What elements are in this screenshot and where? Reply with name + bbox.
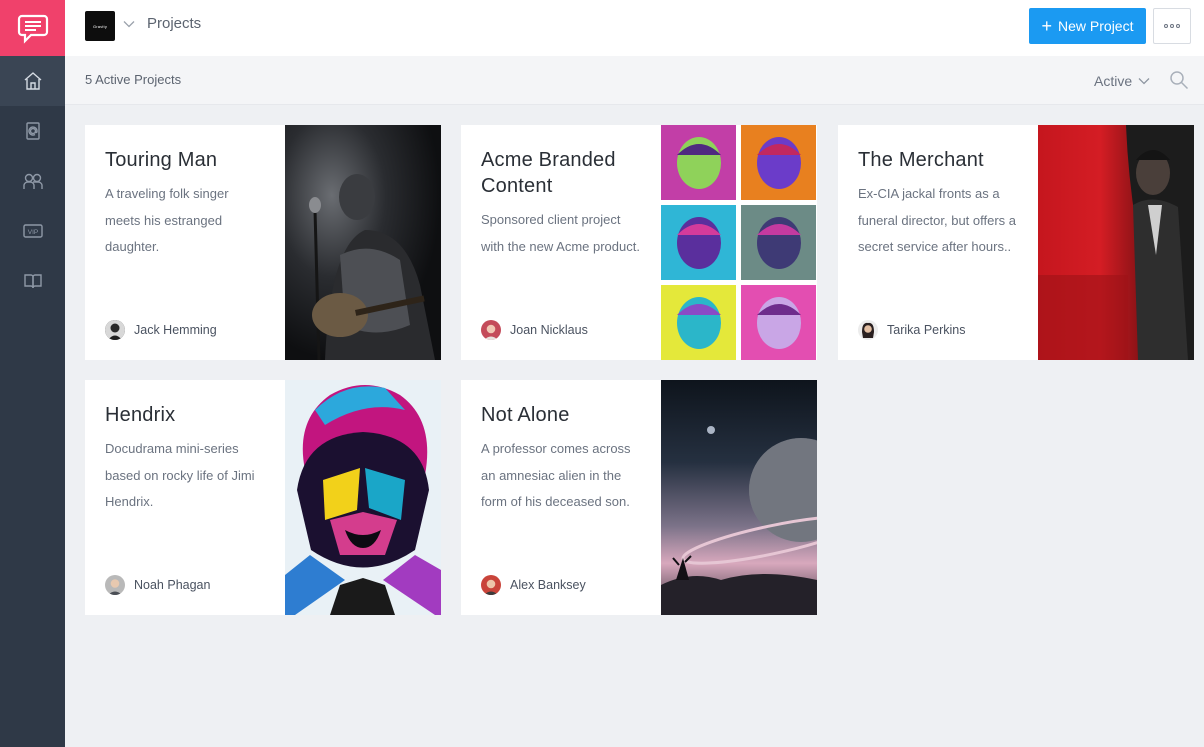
project-title: Touring Man [105, 149, 218, 171]
sidebar-item-library[interactable] [0, 256, 65, 306]
project-title: Acme Branded Content [481, 149, 616, 197]
top-bar: Gravity Projects + New Project [65, 0, 1204, 56]
project-cover-image [285, 125, 441, 360]
project-card[interactable]: Acme Branded Content Sponsored client pr… [461, 125, 817, 360]
project-owner-name: Jack Hemming [134, 323, 217, 337]
project-card[interactable]: Hendrix Docudrama mini-series based on r… [85, 380, 441, 615]
project-description: Ex-CIA jackal fronts as a funeral direct… [858, 186, 1017, 254]
project-owner-name: Alex Banksey [510, 578, 586, 592]
vip-label: VIP [27, 229, 37, 236]
sidebar-item-vip[interactable]: VIP [0, 206, 65, 256]
status-filter-value: Active [1094, 73, 1133, 89]
project-owner-name: Noah Phagan [134, 578, 211, 592]
contacts-icon [25, 122, 40, 140]
search-icon[interactable] [1169, 70, 1189, 90]
chevron-down-icon [1138, 78, 1150, 85]
sidebar-item-team[interactable] [0, 156, 65, 206]
chevron-down-icon[interactable] [123, 20, 135, 28]
status-filter-dropdown[interactable]: Active [1094, 73, 1150, 89]
project-owner[interactable]: Tarika Perkins [858, 320, 966, 340]
project-owner[interactable]: Noah Phagan [105, 575, 210, 595]
project-card-body: Hendrix Docudrama mini-series based on r… [85, 380, 285, 615]
workspace-logo[interactable]: Gravity [85, 11, 115, 41]
new-project-label: New Project [1058, 18, 1134, 34]
project-card[interactable]: Touring Man A traveling folk singer meet… [85, 125, 441, 360]
more-options-button[interactable] [1153, 8, 1191, 44]
project-description: A professor comes across an amnesiac ali… [481, 441, 631, 509]
chat-bubble-icon [17, 14, 48, 44]
avatar [481, 575, 501, 595]
vip-icon: VIP [22, 224, 43, 238]
project-card-body: Not Alone A professor comes across an am… [461, 380, 661, 615]
sidebar: VIP [0, 0, 65, 747]
home-icon [24, 72, 41, 90]
avatar [105, 320, 125, 340]
avatar [481, 320, 501, 340]
project-owner[interactable]: Joan Nicklaus [481, 320, 588, 340]
project-title: Not Alone [481, 404, 570, 426]
filter-bar: 5 Active Projects Active [65, 56, 1204, 105]
project-card-body: The Merchant Ex-CIA jackal fronts as a f… [838, 125, 1038, 360]
more-dot-icon [1176, 24, 1180, 28]
plus-icon: + [1041, 16, 1053, 36]
project-title: Hendrix [105, 404, 176, 426]
team-icon [22, 173, 43, 189]
more-dot-icon [1170, 24, 1174, 28]
project-cover-image [1038, 125, 1194, 360]
project-owner-name: Joan Nicklaus [510, 323, 588, 337]
project-cover-image [661, 125, 817, 360]
breadcrumb: Projects [147, 15, 202, 32]
new-project-button[interactable]: + New Project [1029, 8, 1146, 44]
more-dot-icon [1164, 24, 1168, 28]
project-description: Sponsored client project with the new Ac… [481, 212, 640, 254]
avatar [858, 320, 878, 340]
app-logo[interactable] [0, 0, 65, 56]
project-card-body: Acme Branded Content Sponsored client pr… [461, 125, 661, 360]
project-title: The Merchant [858, 149, 984, 171]
sidebar-item-contacts[interactable] [0, 106, 65, 156]
project-description: A traveling folk singer meets his estran… [105, 186, 229, 254]
project-owner-name: Tarika Perkins [887, 323, 966, 337]
workspace-logo-text: Gravity [92, 23, 108, 29]
active-project-count: 5 Active Projects [85, 72, 182, 87]
sidebar-item-home[interactable] [0, 56, 65, 106]
avatar [105, 575, 125, 595]
project-cover-image [661, 380, 817, 615]
project-card-body: Touring Man A traveling folk singer meet… [85, 125, 285, 360]
project-card[interactable]: Not Alone A professor comes across an am… [461, 380, 817, 615]
project-card[interactable]: The Merchant Ex-CIA jackal fronts as a f… [838, 125, 1194, 360]
project-description: Docudrama mini-series based on rocky lif… [105, 441, 255, 509]
project-owner[interactable]: Alex Banksey [481, 575, 586, 595]
project-owner[interactable]: Jack Hemming [105, 320, 217, 340]
project-cover-image [285, 380, 441, 615]
book-icon [23, 274, 42, 289]
